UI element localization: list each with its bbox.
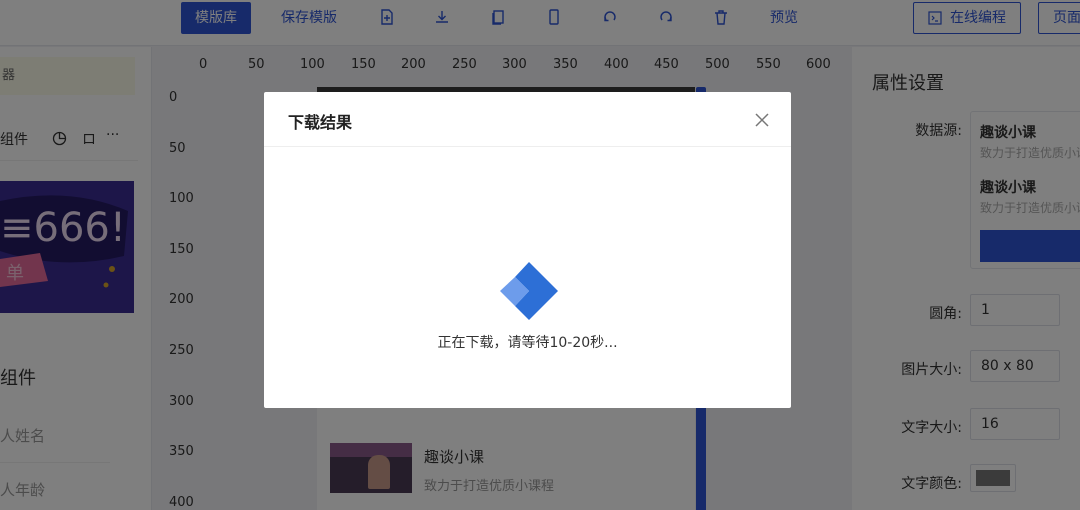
- download-result-dialog: 下载结果 正在下载，请等待10-20秒...: [264, 92, 791, 408]
- dialog-title: 下载结果: [288, 113, 353, 132]
- close-icon[interactable]: [752, 110, 772, 130]
- dialog-header: 下载结果: [264, 92, 791, 147]
- loading-icon: [500, 262, 558, 320]
- download-status-message: 正在下载，请等待10-20秒...: [437, 335, 618, 351]
